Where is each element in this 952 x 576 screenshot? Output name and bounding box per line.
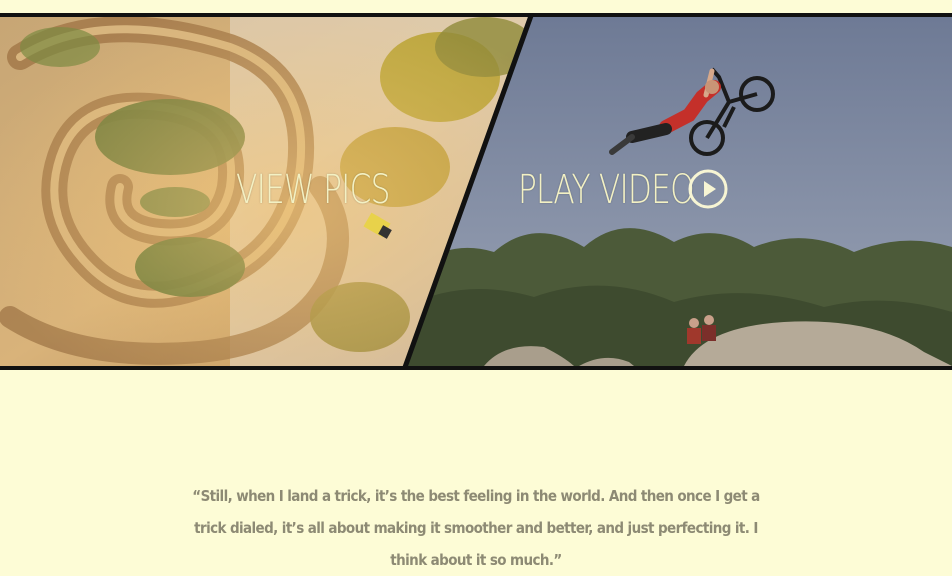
- rider-quote: “Still, when I land a trick, it’s the be…: [192, 487, 760, 569]
- media-banner: VIEW PICS PLAY VIDEO: [0, 13, 952, 370]
- panel-divider: [401, 13, 535, 370]
- top-strip: [0, 0, 952, 13]
- banner-bottom-rule: [0, 366, 952, 370]
